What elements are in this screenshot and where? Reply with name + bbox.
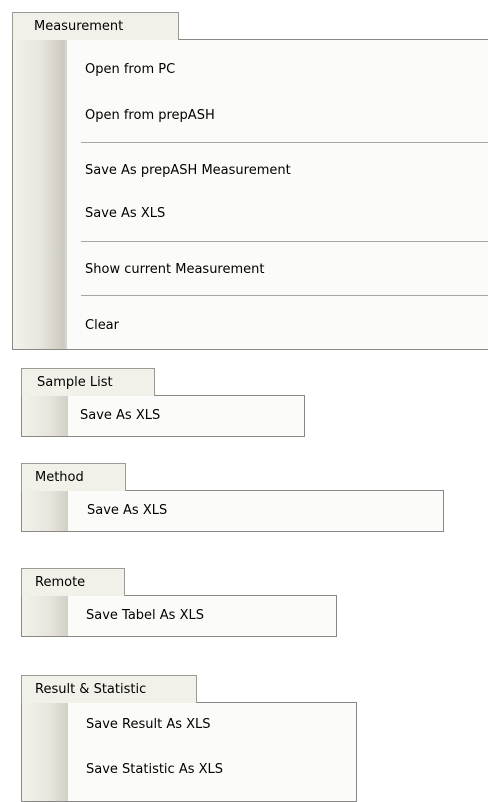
menu-item-save-tabel-as-xls[interactable]: Save Tabel As XLS: [22, 601, 336, 631]
menu-item-label: Open from prepASH: [85, 108, 215, 123]
menu-item-save-statistic-as-xls[interactable]: Save Statistic As XLS: [22, 755, 356, 785]
result-statistic-dropdown: Save Result As XLS Save Statistic As XLS: [21, 702, 357, 802]
menu-item-save-as-xls[interactable]: Save As XLS: [13, 199, 488, 229]
menu-item-open-from-prepash[interactable]: Open from prepASH: [13, 101, 488, 131]
method-dropdown: Save As XLS: [21, 490, 444, 532]
menu-item-label: Save Result As XLS: [86, 717, 211, 732]
menu-item-save-result-as-xls[interactable]: Save Result As XLS: [22, 710, 356, 740]
menu-item-save-as-xls[interactable]: Save As XLS: [22, 401, 304, 431]
menu-item-label: Clear: [85, 318, 119, 333]
method-menu-tab[interactable]: Method: [21, 463, 126, 491]
menu-item-label: Save Tabel As XLS: [86, 608, 204, 623]
remote-dropdown: Save Tabel As XLS: [21, 595, 337, 637]
menu-item-label: Save As XLS: [80, 408, 161, 423]
menu-item-save-as-xls[interactable]: Save As XLS: [22, 496, 443, 526]
menu-separator: [81, 241, 488, 242]
menu-item-save-as-prepash-measurement[interactable]: Save As prepASH Measurement: [13, 156, 488, 186]
menu-item-label: Save As prepASH Measurement: [85, 163, 291, 178]
result-statistic-menu-tab[interactable]: Result & Statistic: [21, 675, 197, 703]
menu-item-label: Save Statistic As XLS: [86, 762, 224, 777]
menu-item-label: Save As XLS: [85, 206, 166, 221]
menu-item-show-current-measurement[interactable]: Show current Measurement: [13, 255, 488, 285]
measurement-dropdown: Open from PC Open from prepASH Save As p…: [12, 39, 488, 350]
sample-list-dropdown: Save As XLS: [21, 395, 305, 437]
menu-separator: [81, 142, 488, 143]
menu-separator: [81, 295, 488, 296]
menu-gutter: [13, 40, 67, 349]
menu-item-label: Save As XLS: [87, 503, 168, 518]
sample-list-menu-tab[interactable]: Sample List: [21, 368, 155, 396]
menu-item-label: Show current Measurement: [85, 262, 265, 277]
menu-item-open-from-pc[interactable]: Open from PC: [13, 55, 488, 85]
remote-menu-tab[interactable]: Remote: [21, 568, 125, 596]
measurement-menu-tab[interactable]: Measurement: [12, 12, 179, 40]
menu-item-label: Open from PC: [85, 62, 176, 77]
menu-item-clear[interactable]: Clear: [13, 311, 488, 341]
